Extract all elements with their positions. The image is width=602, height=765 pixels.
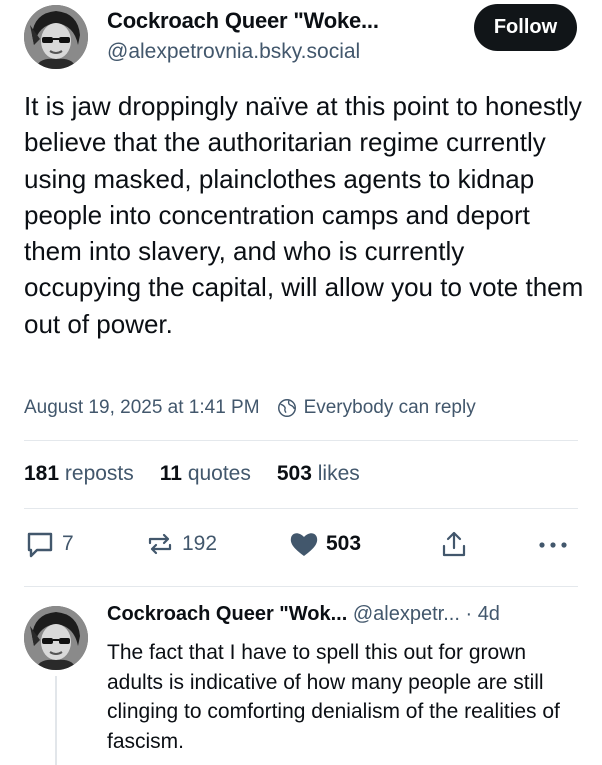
reposts-count: 181 — [24, 462, 60, 485]
post-timestamp: August 19, 2025 at 1:41 PM — [24, 397, 260, 418]
reply-author-avatar[interactable] — [24, 606, 88, 670]
thread-line — [55, 676, 57, 765]
reply-header: Cockroach Queer "Wok... @alexpetr... · 4… — [107, 603, 500, 626]
likes-count: 503 — [276, 462, 312, 485]
follow-button[interactable]: Follow — [474, 4, 577, 51]
heart-icon — [290, 533, 318, 556]
divider — [24, 586, 578, 587]
like-button[interactable]: 503 — [288, 528, 361, 560]
post-text: It is jaw droppingly naïve at this point… — [24, 91, 584, 339]
repost-button[interactable]: 192 — [144, 528, 217, 560]
reply-separator: · — [465, 603, 473, 625]
repost-icon — [148, 533, 172, 555]
reply-icon — [27, 532, 53, 558]
author-handle[interactable]: @alexpetrovnia.bsky.social — [107, 40, 360, 64]
reply-setting-label: Everybody can reply — [303, 397, 476, 418]
divider — [24, 440, 578, 441]
more-options-button[interactable] — [536, 528, 572, 560]
author-display-name[interactable]: Cockroach Queer "Woke... — [107, 8, 379, 34]
share-button[interactable] — [438, 528, 470, 560]
post-meta: August 19, 2025 at 1:41 PM Everybody can… — [24, 397, 476, 419]
quotes-count: 11 — [159, 462, 182, 485]
share-icon — [442, 531, 466, 557]
reply-age[interactable]: 4d — [478, 603, 500, 625]
post-stats: 181 reposts 11 quotes 503 likes — [24, 462, 386, 486]
reposts-stat[interactable]: 181 reposts — [24, 462, 134, 486]
reply-setting-icon — [277, 399, 296, 417]
reposts-label: reposts — [64, 462, 134, 485]
quotes-label: quotes — [187, 462, 251, 485]
divider — [24, 508, 578, 509]
repost-count: 192 — [182, 532, 218, 555]
quotes-stat[interactable]: 11 quotes — [160, 462, 251, 486]
more-icon — [539, 542, 567, 548]
likes-label: likes — [317, 462, 360, 485]
reply-count: 7 — [62, 532, 74, 555]
reply-author-name[interactable]: Cockroach Queer "Wok... — [107, 603, 347, 625]
like-count: 503 — [326, 532, 362, 555]
reply-text: The fact that I have to spell this out f… — [107, 641, 560, 753]
post-header: Cockroach Queer "Woke... @alexpetrovnia.… — [0, 0, 602, 80]
reply-author-handle[interactable]: @alexpetr... — [353, 603, 460, 625]
author-avatar[interactable] — [24, 5, 88, 69]
action-bar: 7 192 503 — [24, 528, 578, 562]
reply-button[interactable]: 7 — [24, 528, 74, 560]
likes-stat[interactable]: 503 likes — [277, 462, 360, 486]
